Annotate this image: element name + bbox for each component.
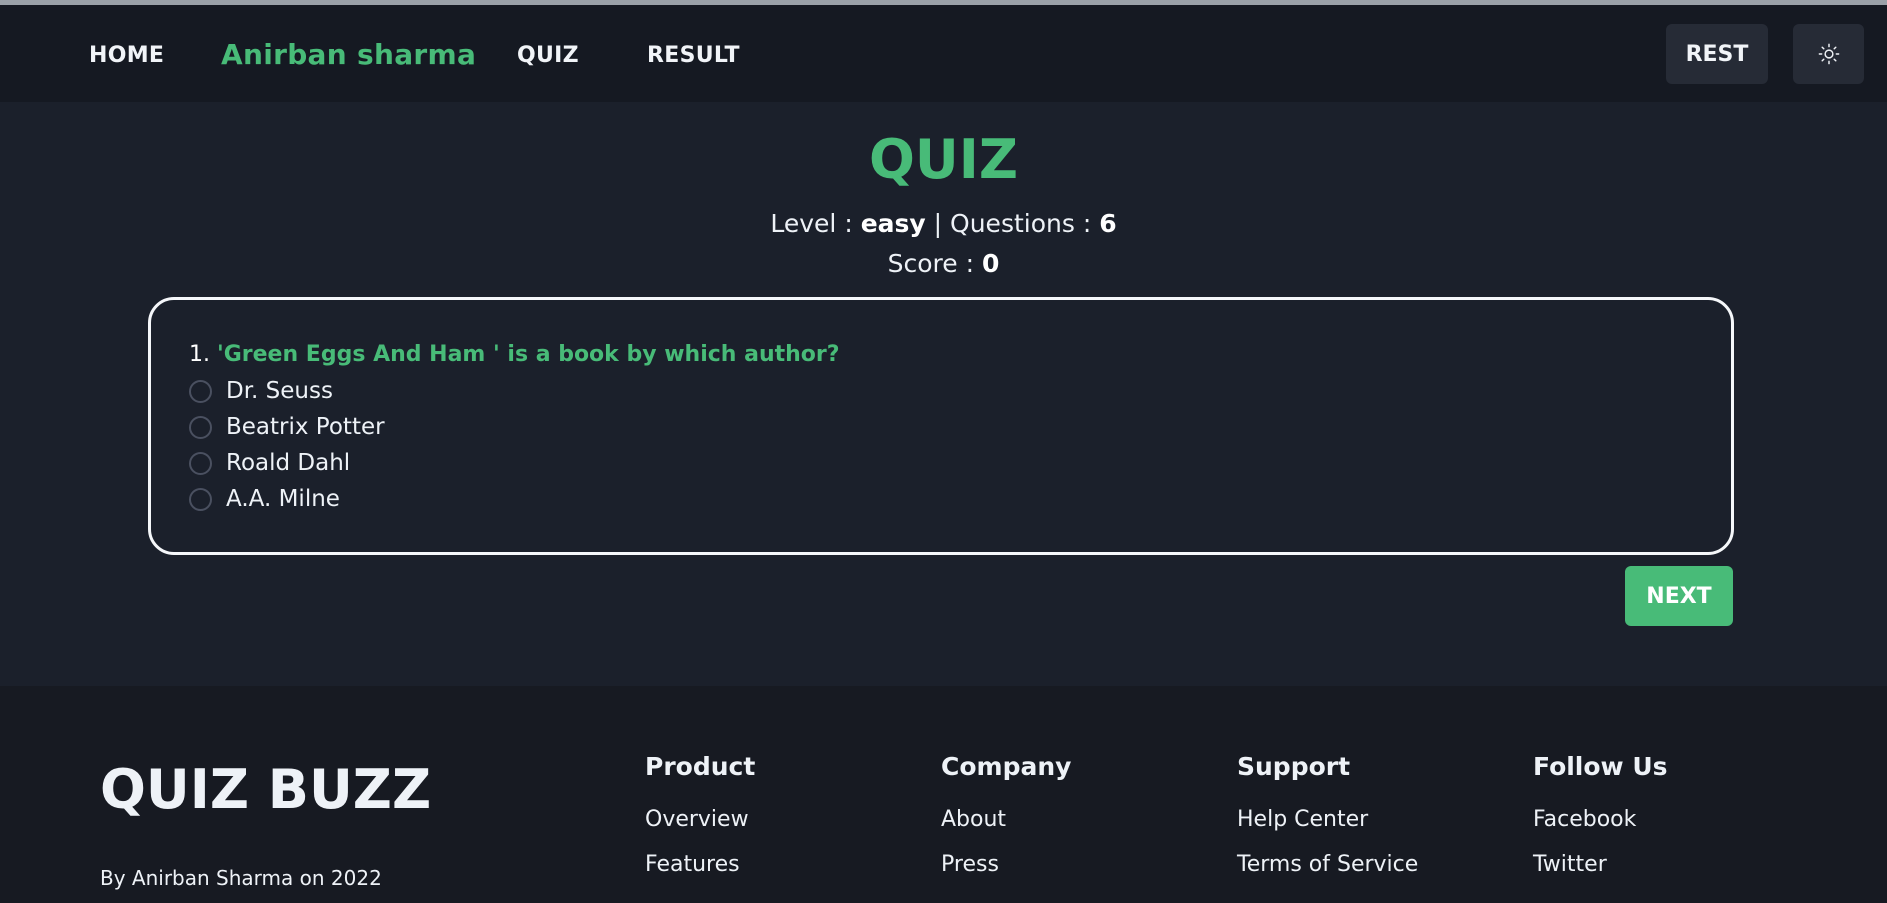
nav-brand-link[interactable]: Anirban sharma xyxy=(221,38,476,71)
radio-button[interactable] xyxy=(189,415,212,439)
sun-icon xyxy=(1818,43,1839,65)
nav-quiz-link[interactable]: QUIZ xyxy=(517,43,579,68)
footer-link-facebook[interactable]: Facebook xyxy=(1533,807,1668,832)
navbar: HOME Anirban sharma QUIZ RESULT REST xyxy=(0,5,1887,102)
page-title: QUIZ xyxy=(868,128,1018,191)
option-label: Dr. Seuss xyxy=(226,378,333,404)
footer-link-help-center[interactable]: Help Center xyxy=(1237,807,1418,832)
question-text: 'Green Eggs And Ham ' is a book by which… xyxy=(216,342,840,367)
footer-brand: QUIZ BUZZ xyxy=(100,758,432,821)
score-value: 0 xyxy=(981,249,1000,278)
footer-link-press[interactable]: Press xyxy=(941,852,1071,877)
answer-option-2[interactable]: Beatrix Potter xyxy=(189,412,385,442)
radio-button[interactable] xyxy=(189,451,212,475)
nav-home-link[interactable]: HOME xyxy=(89,43,164,68)
next-button[interactable]: NEXT xyxy=(1625,566,1733,626)
footer-link-features[interactable]: Features xyxy=(645,852,755,877)
footer-column-company: Company About Press xyxy=(941,752,1071,897)
footer-column-title: Follow Us xyxy=(1533,752,1668,781)
option-label: Beatrix Potter xyxy=(226,414,385,440)
answer-option-4[interactable]: A.A. Milne xyxy=(189,484,340,514)
option-label: Roald Dahl xyxy=(226,450,351,476)
footer-column-title: Product xyxy=(645,752,756,781)
footer-column-title: Company xyxy=(941,752,1072,781)
footer-column-support: Support Help Center Terms of Service xyxy=(1237,752,1418,897)
footer-credit: By Anirban Sharma on 2022 xyxy=(100,866,382,890)
footer-link-terms[interactable]: Terms of Service xyxy=(1237,852,1418,877)
footer: QUIZ BUZZ By Anirban Sharma on 2022 Prod… xyxy=(0,686,1887,903)
option-label: A.A. Milne xyxy=(226,486,340,512)
footer-link-overview[interactable]: Overview xyxy=(645,807,755,832)
footer-column-follow-us: Follow Us Facebook Twitter xyxy=(1533,752,1668,897)
level-label: Level : xyxy=(770,209,861,238)
level-value: easy xyxy=(860,209,926,238)
question-card: 1. 'Green Eggs And Ham ' is a book by wh… xyxy=(148,297,1734,555)
quiz-meta: Level : easy | Questions : 6 xyxy=(0,209,1887,238)
footer-column-title: Support xyxy=(1237,752,1351,781)
footer-column-product: Product Overview Features xyxy=(645,752,755,897)
score-label: Score : xyxy=(887,249,982,278)
question-number: 1. xyxy=(189,342,217,367)
answer-option-3[interactable]: Roald Dahl xyxy=(189,448,350,478)
answer-option-1[interactable]: Dr. Seuss xyxy=(189,376,333,406)
theme-toggle-button[interactable] xyxy=(1793,24,1864,84)
score-line: Score : 0 xyxy=(0,249,1887,278)
radio-button[interactable] xyxy=(189,487,212,511)
rest-button[interactable]: REST xyxy=(1666,24,1768,84)
nav-result-link[interactable]: RESULT xyxy=(647,43,740,68)
question-heading: 1. 'Green Eggs And Ham ' is a book by wh… xyxy=(189,342,840,367)
radio-button[interactable] xyxy=(189,379,212,403)
footer-link-about[interactable]: About xyxy=(941,807,1071,832)
quiz-main: QUIZ Level : easy | Questions : 6 Score … xyxy=(0,102,1887,686)
questions-count: 6 xyxy=(1099,209,1117,238)
questions-label: | Questions : xyxy=(925,209,1100,238)
footer-link-twitter[interactable]: Twitter xyxy=(1533,852,1668,877)
